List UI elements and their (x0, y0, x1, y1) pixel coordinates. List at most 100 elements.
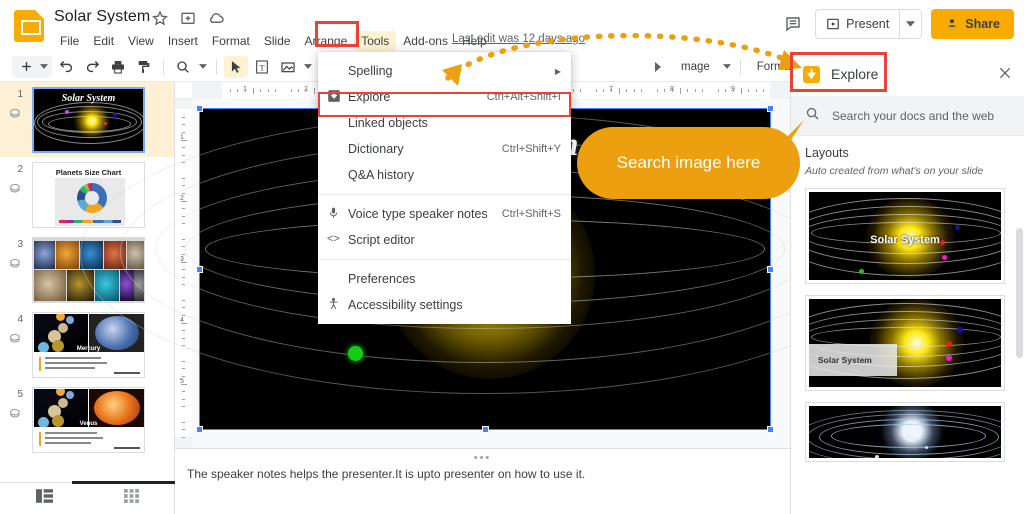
slide-thumbnail[interactable]: Venus (32, 387, 145, 453)
menu-item-preferences[interactable]: Preferences (318, 266, 571, 292)
new-slide-chevron-down-icon[interactable] (38, 56, 50, 78)
paint-format-icon[interactable] (132, 56, 156, 78)
planet-dot (65, 110, 69, 114)
text-box-icon[interactable]: T (250, 56, 274, 78)
close-icon[interactable] (997, 65, 1015, 83)
ruler-tick (748, 89, 749, 92)
ruler-tick (182, 361, 185, 362)
menu-item-label: Script editor (348, 233, 415, 247)
thumb-title: Planets Size Chart (33, 168, 144, 177)
image-chevron-down-icon[interactable] (302, 56, 314, 78)
ruler-tick (611, 89, 612, 92)
print-icon[interactable] (106, 56, 130, 78)
slide-number: 4 (0, 312, 26, 325)
present-play-icon (826, 17, 840, 31)
redo-icon[interactable] (80, 56, 104, 78)
menu-add-ons[interactable]: Add-ons (396, 31, 455, 51)
ruler-tick (718, 89, 719, 92)
slide-thumbnail[interactable]: Mercury (32, 312, 145, 378)
filmstrip-slide-5[interactable]: 5 Venus (0, 382, 174, 457)
present-label: Present (846, 17, 889, 31)
menu-item-voice-type-speaker-notes[interactable]: Voice type speaker notes Ctrl+Shift+S (318, 201, 571, 227)
explore-scrollbar[interactable] (1016, 228, 1023, 358)
slide-number: 1 (0, 87, 26, 100)
slide-number: 5 (0, 387, 26, 400)
ruler-tick (237, 89, 238, 92)
menu-file[interactable]: File (53, 31, 86, 51)
menu-format[interactable]: Format (205, 31, 257, 51)
layout-card-blue-theme[interactable] (805, 402, 1005, 462)
planet-dot (957, 327, 963, 333)
cursor-arrow-icon[interactable] (224, 56, 248, 78)
selection-handle-e[interactable] (767, 266, 774, 273)
selection-handle-ne[interactable] (767, 105, 774, 112)
replace-image-chevron-down-icon[interactable] (721, 56, 733, 78)
menu-item-dictionary[interactable]: Dictionary Ctrl+Shift+Y (318, 136, 571, 162)
undo-icon[interactable] (54, 56, 78, 78)
cloud-saved-icon[interactable] (208, 10, 224, 26)
menu-item-shortcut: Ctrl+Shift+S (502, 208, 561, 220)
menu-arrange[interactable]: Arrange (298, 31, 355, 51)
explore-panel-body: Layouts Auto created from what's on your… (791, 136, 1024, 514)
explore-search-input[interactable]: Search your docs and the web (832, 109, 994, 123)
zoom-icon[interactable] (171, 56, 195, 78)
explore-search-row[interactable]: Search your docs and the web (791, 96, 1024, 136)
plus-icon[interactable] (14, 56, 38, 78)
menu-item-accessibility-settings[interactable]: Accessibility settings (318, 292, 571, 318)
ruler-tick (182, 117, 185, 118)
menu-insert[interactable]: Insert (161, 31, 205, 51)
filmstrip-slide-1[interactable]: 1 Solar System (0, 82, 174, 157)
zoom-chevron-down-icon[interactable] (197, 56, 209, 78)
ruler-tick (182, 132, 185, 133)
selection-handle-se[interactable] (767, 426, 774, 433)
menu-divider-2 (318, 259, 571, 260)
explore-panel[interactable]: Explore Search your docs and the web Lay… (790, 52, 1024, 514)
menu-view[interactable]: View (121, 31, 161, 51)
present-button[interactable]: Present (816, 10, 899, 38)
speaker-notes-text[interactable]: The speaker notes helps the presenter.It… (187, 467, 585, 481)
selection-handle-w[interactable] (196, 266, 203, 273)
insert-image-icon[interactable] (276, 56, 300, 78)
ruler-tick (182, 399, 185, 400)
drag-grip-icon[interactable]: ••• (474, 452, 492, 464)
menu-item-script-editor[interactable]: <> Script editor (318, 227, 571, 253)
move-to-folder-icon[interactable] (180, 10, 196, 26)
menu-edit[interactable]: Edit (86, 31, 121, 51)
ruler-tick (680, 88, 681, 94)
share-button[interactable]: Share (931, 9, 1014, 39)
ruler-tick (182, 429, 185, 430)
top-bar: Solar System File Edit View Insert Forma… (0, 0, 1024, 52)
slide-thumbnail[interactable]: Solar System (32, 87, 145, 153)
top-right-actions: Present Share (780, 9, 1014, 39)
menu-slide[interactable]: Slide (257, 31, 298, 51)
present-dropdown-button[interactable] (899, 10, 921, 38)
menu-tools[interactable]: Tools (354, 31, 396, 51)
selection-handle-sw[interactable] (196, 426, 203, 433)
ruler-tick (741, 88, 742, 94)
new-slide-group[interactable] (12, 56, 52, 78)
speaker-notes-panel[interactable]: ••• The speaker notes helps the presente… (175, 448, 790, 514)
menu-item-spelling[interactable]: Spelling ▶ (318, 58, 571, 84)
selection-handle-s[interactable] (482, 426, 489, 433)
grid-view-icon[interactable] (124, 489, 139, 508)
ruler-tick (619, 88, 620, 94)
layout-card-centered-title[interactable]: Solar System (805, 188, 1005, 284)
star-icon[interactable] (152, 10, 168, 26)
share-person-icon (945, 17, 959, 31)
sun-glow (74, 103, 110, 139)
layout-card-left-title[interactable]: Solar System (805, 295, 1005, 391)
slides-logo-icon (14, 10, 44, 42)
layout-title-text: Solar System (809, 234, 1001, 246)
menu-bar: File Edit View Insert Format Slide Arran… (53, 31, 494, 51)
ruler-tick (672, 89, 673, 92)
callout-bubble: Search image here (577, 127, 800, 199)
last-edit-status[interactable]: Last edit was 12 days ago (452, 33, 585, 45)
selection-handle-nw[interactable] (196, 105, 203, 112)
replace-image-button[interactable]: mage (672, 61, 719, 73)
menu-item-qa-history[interactable]: Q&A history (318, 162, 571, 188)
more-arrow-icon[interactable] (646, 56, 670, 78)
planet-dot (113, 113, 117, 117)
document-title[interactable]: Solar System (54, 8, 150, 26)
filmstrip-view-icon[interactable] (36, 489, 53, 508)
comment-history-icon[interactable] (780, 11, 806, 37)
